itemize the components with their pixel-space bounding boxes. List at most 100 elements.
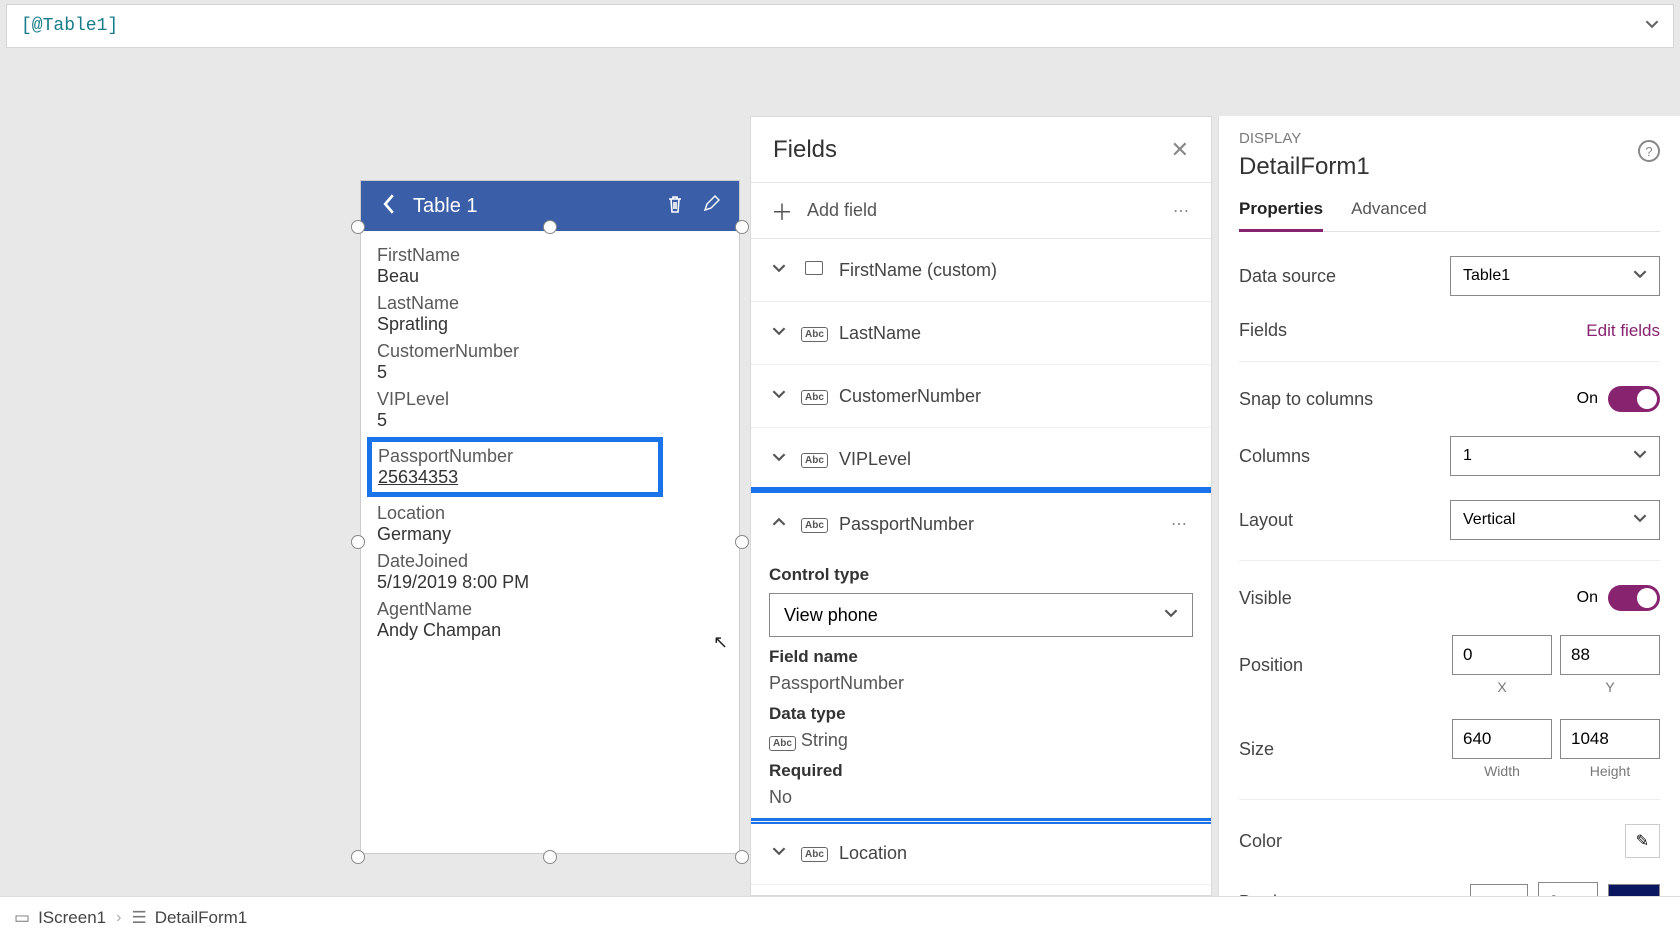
- more-icon[interactable]: ⋯: [1171, 514, 1193, 534]
- breadcrumb: ▭ IScreen1 › ☰ DetailForm1: [0, 896, 1680, 938]
- field-list-item[interactable]: Abc VIPLevel: [769, 428, 1193, 490]
- abc-icon: Abc: [769, 736, 796, 751]
- edit-fields-link[interactable]: Edit fields: [1586, 321, 1660, 341]
- chevron-down-icon: [1633, 511, 1647, 530]
- abc-icon: Abc: [801, 847, 828, 862]
- form-icon: ☰: [131, 908, 146, 928]
- chevron-down-icon[interactable]: [769, 450, 789, 469]
- prop-fields-label: Fields: [1239, 320, 1586, 341]
- prop-position-label: Position: [1239, 655, 1452, 676]
- field-list: FirstName (custom) Abc LastName Abc Customer…: [751, 239, 1211, 896]
- field-list-item[interactable]: FirstName (custom): [769, 239, 1193, 301]
- chevron-down-icon: [1633, 267, 1647, 286]
- snap-toggle[interactable]: [1608, 386, 1660, 412]
- data-source-select[interactable]: Table1: [1450, 256, 1660, 296]
- resize-handle[interactable]: [735, 850, 749, 864]
- add-field-button[interactable]: ＋ Add field ⋯: [751, 183, 1211, 239]
- field-name: LastName: [839, 323, 1193, 344]
- field-details: Control typeView phoneField namePassport…: [769, 565, 1193, 818]
- resize-handle[interactable]: [735, 535, 749, 549]
- chevron-up-icon[interactable]: [769, 515, 789, 534]
- chevron-down-icon[interactable]: [769, 261, 789, 280]
- position-y-input[interactable]: [1560, 635, 1660, 675]
- control-type-label: Control type: [769, 565, 1193, 585]
- sub-label: Y: [1605, 679, 1614, 695]
- control-name: DetailForm1: [1239, 153, 1660, 181]
- abc-icon: Abc: [801, 518, 828, 533]
- breadcrumb-screen[interactable]: ▭ IScreen1: [14, 908, 106, 928]
- select-value: Vertical: [1463, 511, 1515, 529]
- breadcrumb-form[interactable]: ☰ DetailForm1: [131, 908, 247, 928]
- resize-handle[interactable]: [351, 850, 365, 864]
- abc-icon: Abc: [801, 453, 828, 468]
- crumb-label: IScreen1: [38, 908, 106, 928]
- data-type-value: Abc String: [769, 730, 1193, 751]
- toggle-value: On: [1577, 390, 1598, 408]
- resize-handle[interactable]: [543, 220, 557, 234]
- prop-layout-label: Layout: [1239, 510, 1450, 531]
- chevron-down-icon[interactable]: [769, 844, 789, 863]
- resize-handle[interactable]: [543, 850, 557, 864]
- visible-toggle[interactable]: [1608, 585, 1660, 611]
- resize-handle[interactable]: [351, 535, 365, 549]
- canvas[interactable]: Table 1 FirstNameBeauLastNameSpratlingCu…: [0, 52, 1680, 896]
- close-icon[interactable]: ✕: [1171, 137, 1189, 163]
- plus-icon: ＋: [771, 195, 793, 227]
- formula-text: [@Table1]: [21, 16, 118, 36]
- chevron-down-icon[interactable]: [769, 324, 789, 343]
- chevron-down-icon: [1164, 606, 1178, 625]
- screen-icon: ▭: [14, 908, 30, 928]
- formula-bar[interactable]: [@Table1]: [6, 4, 1674, 48]
- field-list-item[interactable]: 📅DateJoined: [769, 885, 1193, 896]
- field-list-item[interactable]: AbcPassportNumber⋯: [769, 493, 1193, 555]
- trash-icon[interactable]: [663, 194, 687, 219]
- prop-tabs: Properties Advanced: [1239, 199, 1660, 232]
- fields-panel-title: Fields: [773, 136, 1171, 164]
- data-type-label: Data type: [769, 704, 1193, 724]
- tab-properties[interactable]: Properties: [1239, 199, 1323, 232]
- box-icon: [805, 261, 823, 275]
- chevron-down-icon[interactable]: [1645, 17, 1659, 36]
- toggle-value: On: [1577, 589, 1598, 607]
- sub-label: Width: [1484, 763, 1520, 779]
- layout-select[interactable]: Vertical: [1450, 500, 1660, 540]
- size-width-input[interactable]: [1452, 719, 1552, 759]
- add-field-label: Add field: [807, 200, 1173, 221]
- more-icon[interactable]: ⋯: [1173, 201, 1191, 221]
- position-x-input[interactable]: [1452, 635, 1552, 675]
- prop-columns-label: Columns: [1239, 446, 1450, 467]
- field-name: VIPLevel: [839, 449, 1193, 470]
- prop-size-label: Size: [1239, 739, 1452, 760]
- back-icon[interactable]: [377, 194, 401, 219]
- resize-handle[interactable]: [735, 220, 749, 234]
- abc-icon: Abc: [801, 327, 828, 342]
- abc-icon: Abc: [801, 390, 828, 405]
- chevron-down-icon[interactable]: [769, 387, 789, 406]
- field-list-item[interactable]: AbcLocation: [769, 822, 1193, 884]
- tab-advanced[interactable]: Advanced: [1351, 199, 1427, 231]
- fields-panel: Fields ✕ ＋ Add field ⋯ FirstName (custom…: [750, 116, 1212, 896]
- color-picker-icon[interactable]: ✎: [1625, 824, 1660, 858]
- prop-snap-label: Snap to columns: [1239, 389, 1577, 410]
- field-name: FirstName (custom): [839, 260, 1193, 281]
- control-type-select[interactable]: View phone: [769, 593, 1193, 637]
- help-icon[interactable]: ?: [1638, 140, 1660, 162]
- sub-label: Height: [1590, 763, 1630, 779]
- field-name: CustomerNumber: [839, 386, 1193, 407]
- size-height-input[interactable]: [1560, 719, 1660, 759]
- crumb-label: DetailForm1: [155, 908, 248, 928]
- resize-handle[interactable]: [351, 220, 365, 234]
- field-name-label: Field name: [769, 647, 1193, 667]
- required-value: No: [769, 787, 1193, 808]
- properties-panel: DISPLAY DetailForm1 ? Properties Advance…: [1218, 116, 1680, 896]
- prop-visible-label: Visible: [1239, 588, 1577, 609]
- prop-data-source-label: Data source: [1239, 266, 1450, 287]
- chevron-down-icon: [1633, 447, 1647, 466]
- sub-label: X: [1497, 679, 1506, 695]
- selection-box: [358, 227, 742, 857]
- edit-icon[interactable]: [699, 195, 723, 218]
- field-list-item[interactable]: Abc CustomerNumber: [769, 365, 1193, 427]
- select-value: Table1: [1463, 267, 1510, 285]
- columns-select[interactable]: 1: [1450, 436, 1660, 476]
- field-list-item[interactable]: Abc LastName: [769, 302, 1193, 364]
